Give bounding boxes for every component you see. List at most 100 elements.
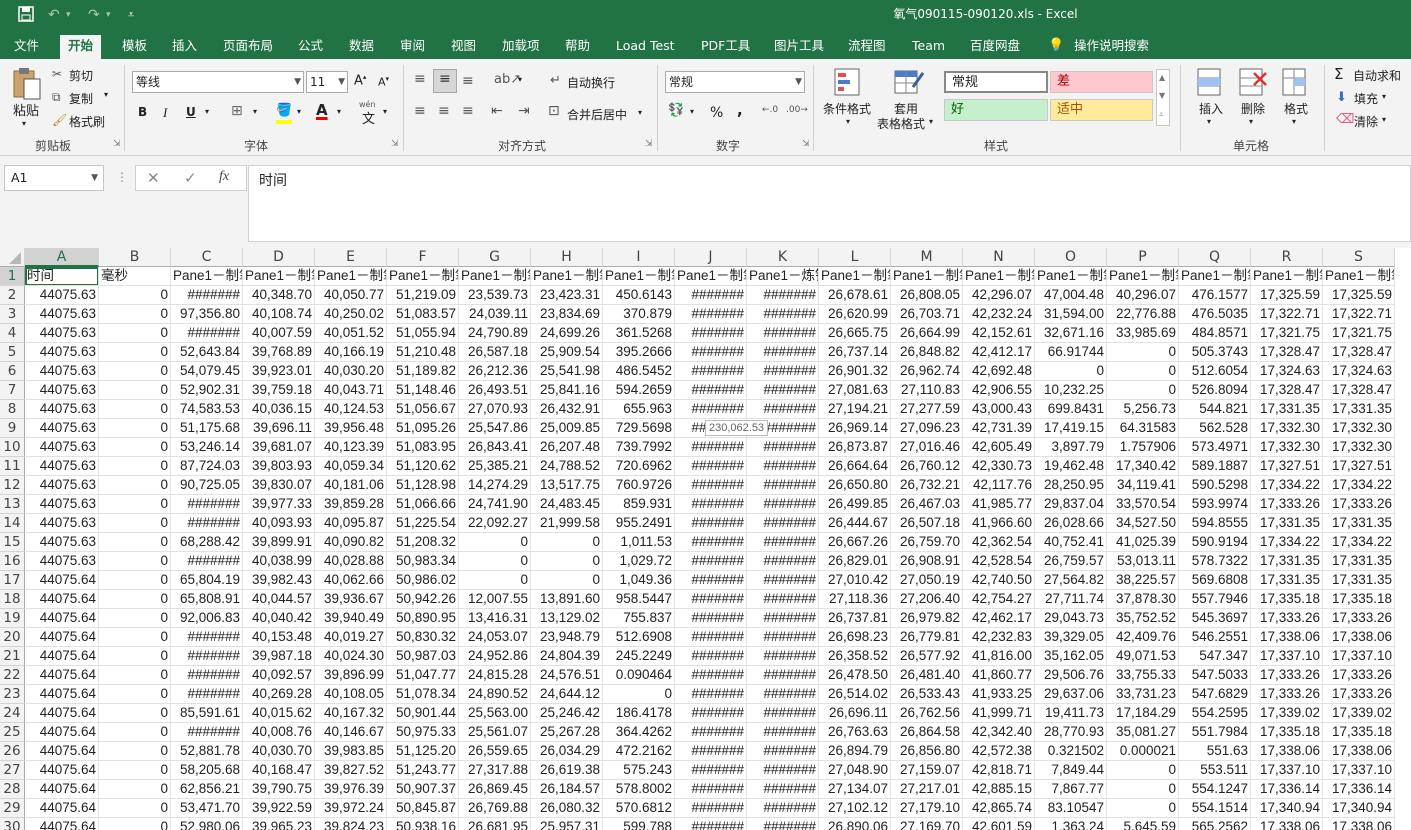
- data-cell[interactable]: 17,333.26: [1251, 495, 1323, 514]
- data-cell[interactable]: 23,423.31: [531, 286, 603, 305]
- data-cell[interactable]: 40,030.70: [243, 742, 315, 761]
- data-cell[interactable]: 0.321502: [1035, 742, 1107, 761]
- data-cell[interactable]: 26,864.58: [891, 723, 963, 742]
- data-cell[interactable]: 44075.64: [25, 704, 99, 723]
- data-cell[interactable]: 40,166.19: [315, 343, 387, 362]
- data-cell[interactable]: 0: [99, 818, 171, 830]
- data-cell[interactable]: 44075.64: [25, 780, 99, 799]
- format-painter-button[interactable]: 格式刷: [69, 113, 105, 130]
- data-cell[interactable]: 17,327.51: [1323, 457, 1395, 476]
- increase-font-size-icon[interactable]: A▴: [354, 73, 366, 88]
- data-cell[interactable]: 40,348.70: [243, 286, 315, 305]
- data-cell[interactable]: 54,079.45: [171, 362, 243, 381]
- data-cell[interactable]: 44075.64: [25, 742, 99, 761]
- data-cell[interactable]: #######: [747, 305, 819, 324]
- data-cell[interactable]: 97,356.80: [171, 305, 243, 324]
- tab-view[interactable]: 视图: [443, 35, 484, 59]
- data-cell[interactable]: 51,243.77: [387, 761, 459, 780]
- data-cell[interactable]: #######: [675, 647, 747, 666]
- column-header[interactable]: M: [891, 248, 963, 267]
- data-cell[interactable]: 0: [99, 628, 171, 647]
- data-cell[interactable]: 28,250.95: [1035, 476, 1107, 495]
- data-cell[interactable]: #######: [675, 533, 747, 552]
- data-cell[interactable]: 0: [99, 742, 171, 761]
- data-cell[interactable]: 51,120.62: [387, 457, 459, 476]
- format-cells-button[interactable]: 格式: [1284, 100, 1308, 117]
- data-cell[interactable]: 50,890.95: [387, 609, 459, 628]
- data-cell[interactable]: #######: [675, 666, 747, 685]
- data-cell[interactable]: 51,225.54: [387, 514, 459, 533]
- name-box[interactable]: A1 ▼: [4, 165, 104, 191]
- data-cell[interactable]: 24,699.26: [531, 324, 603, 343]
- data-cell[interactable]: 0: [99, 609, 171, 628]
- data-cell[interactable]: 42,818.71: [963, 761, 1035, 780]
- data-cell[interactable]: 42,692.48: [963, 362, 1035, 381]
- phonetic-dropdown-icon[interactable]: ▾: [383, 107, 387, 116]
- data-cell[interactable]: 512.6054: [1179, 362, 1251, 381]
- data-cell[interactable]: 39,759.18: [243, 381, 315, 400]
- orientation-dropdown-icon[interactable]: ▾: [518, 75, 522, 84]
- column-header[interactable]: J: [675, 248, 747, 267]
- data-cell[interactable]: 17,333.26: [1251, 666, 1323, 685]
- data-cell[interactable]: 1.757906: [1107, 438, 1179, 457]
- delete-dropdown-icon[interactable]: ▾: [1249, 117, 1253, 126]
- data-cell[interactable]: 26,034.29: [531, 742, 603, 761]
- data-cell[interactable]: 44075.64: [25, 666, 99, 685]
- data-cell[interactable]: 26,732.21: [891, 476, 963, 495]
- data-cell[interactable]: 40,024.30: [315, 647, 387, 666]
- data-cell[interactable]: 27,134.07: [819, 780, 891, 799]
- column-header[interactable]: S: [1323, 248, 1395, 267]
- data-cell[interactable]: 40,108.74: [243, 305, 315, 324]
- data-cell[interactable]: 472.2162: [603, 742, 675, 761]
- data-cell[interactable]: 5,256.73: [1107, 400, 1179, 419]
- data-cell[interactable]: 0: [99, 761, 171, 780]
- font-color-icon[interactable]: A: [316, 101, 328, 119]
- data-cell[interactable]: 17,333.26: [1251, 685, 1323, 704]
- data-cell[interactable]: 17,338.06: [1323, 818, 1395, 830]
- fill-color-icon[interactable]: 🪣: [276, 103, 292, 118]
- data-cell[interactable]: 593.9974: [1179, 495, 1251, 514]
- data-cell[interactable]: 553.511: [1179, 761, 1251, 780]
- data-cell[interactable]: 955.2491: [603, 514, 675, 533]
- data-cell[interactable]: 42,232.83: [963, 628, 1035, 647]
- data-cell[interactable]: 0: [99, 533, 171, 552]
- data-cell[interactable]: 39,987.18: [243, 647, 315, 666]
- data-cell[interactable]: 44075.64: [25, 685, 99, 704]
- data-cell[interactable]: 26,696.11: [819, 704, 891, 723]
- data-cell[interactable]: 17,331.35: [1323, 552, 1395, 571]
- data-cell[interactable]: 0: [99, 457, 171, 476]
- data-cell[interactable]: 17,331.35: [1251, 514, 1323, 533]
- tab-team[interactable]: Team: [904, 35, 953, 59]
- data-cell[interactable]: 40,093.93: [243, 514, 315, 533]
- data-cell[interactable]: 17,338.06: [1323, 628, 1395, 647]
- data-cell[interactable]: 26,759.70: [891, 533, 963, 552]
- data-cell[interactable]: #######: [675, 761, 747, 780]
- data-cell[interactable]: 41,985.77: [963, 495, 1035, 514]
- data-cell[interactable]: 186.4178: [603, 704, 675, 723]
- data-cell[interactable]: 26,769.88: [459, 799, 531, 818]
- merge-dropdown-icon[interactable]: ▾: [638, 108, 642, 117]
- data-cell[interactable]: 44075.64: [25, 571, 99, 590]
- data-cell[interactable]: #######: [747, 381, 819, 400]
- row-header[interactable]: 10: [0, 438, 25, 457]
- data-cell[interactable]: 49,071.53: [1107, 647, 1179, 666]
- data-cell[interactable]: 26,184.57: [531, 780, 603, 799]
- data-cell[interactable]: 26,444.67: [819, 514, 891, 533]
- data-cell[interactable]: 25,009.85: [531, 419, 603, 438]
- data-cell[interactable]: 370.879: [603, 305, 675, 324]
- data-cell[interactable]: 51,047.77: [387, 666, 459, 685]
- data-cell[interactable]: 26,829.01: [819, 552, 891, 571]
- fill-dropdown-icon[interactable]: ▾: [1382, 92, 1386, 101]
- data-cell[interactable]: 42,117.76: [963, 476, 1035, 495]
- data-cell[interactable]: 859.931: [603, 495, 675, 514]
- data-cell[interactable]: 0: [99, 381, 171, 400]
- data-cell[interactable]: 25,561.07: [459, 723, 531, 742]
- data-cell[interactable]: 0: [459, 571, 531, 590]
- data-cell[interactable]: 64.31583: [1107, 419, 1179, 438]
- data-cell[interactable]: 17,324.63: [1323, 362, 1395, 381]
- data-cell[interactable]: 26,737.14: [819, 343, 891, 362]
- data-cell[interactable]: 17,328.47: [1251, 343, 1323, 362]
- column-header[interactable]: R: [1251, 248, 1323, 267]
- data-cell[interactable]: 24,483.45: [531, 495, 603, 514]
- clipboard-launcher-icon[interactable]: ⇲: [113, 139, 121, 149]
